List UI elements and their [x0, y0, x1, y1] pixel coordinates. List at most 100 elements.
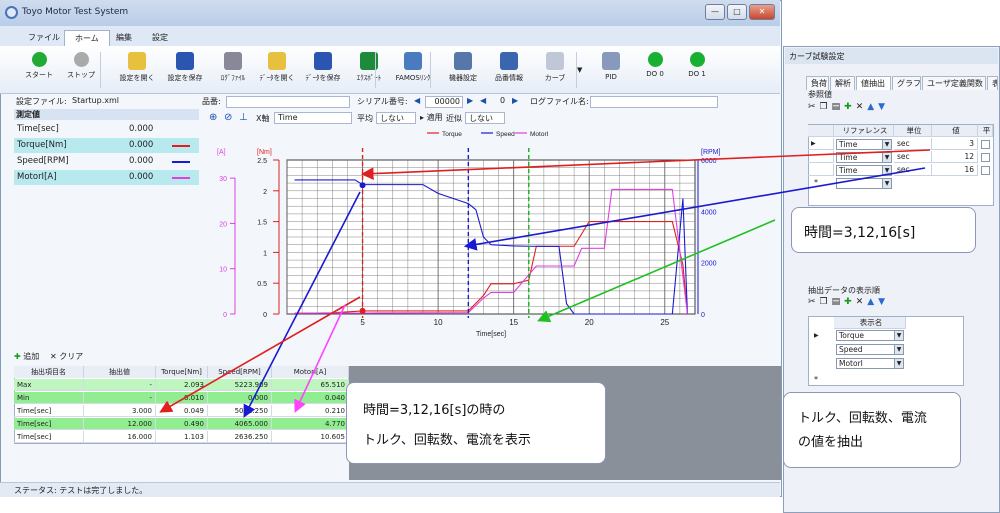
extract-clear-button[interactable]: ✕ クリア [50, 351, 83, 362]
side-tab[interactable]: グラフ [892, 76, 921, 90]
serial-down-icon[interactable]: ◀ [480, 96, 486, 109]
add-icon[interactable]: ✚ [844, 297, 856, 307]
ribbon-button-label: スタート [25, 71, 53, 79]
table-header: Speed[RPM] [208, 366, 272, 378]
table-cell[interactable]: Time[sec] [14, 431, 84, 443]
measure-row[interactable]: Torque[Nm] 0.000 [14, 138, 199, 153]
ref-select[interactable]: Time ▼ [836, 165, 892, 176]
copy-icon[interactable]: ❐ [820, 102, 832, 112]
nm-tick-label: 1.5 [257, 220, 267, 227]
ref-checkbox[interactable] [981, 140, 990, 149]
table-cell[interactable]: Max [14, 379, 84, 391]
delete-icon[interactable]: ✕ [856, 297, 868, 307]
apply-button[interactable]: ▸ 適用 [420, 112, 443, 123]
ribbon-button-1[interactable]: ストップ [56, 50, 106, 90]
logfile-input[interactable] [590, 96, 718, 108]
zoom-in-icon[interactable]: ⊕ [209, 112, 217, 123]
clear-icon: ✕ [50, 352, 57, 361]
ref-value[interactable]: 12 [932, 151, 978, 163]
side-tab[interactable]: 表 [987, 76, 998, 90]
side-tab[interactable]: 解析 [830, 76, 855, 90]
measure-row[interactable]: Speed[RPM] 0.000 [14, 154, 199, 169]
cut-icon[interactable]: ✂ [808, 297, 820, 307]
measure-value: 0.000 [129, 140, 154, 150]
x-tick-label: 25 [660, 318, 669, 327]
ref-checkbox[interactable] [981, 153, 990, 162]
cut-icon[interactable]: ✂ [808, 102, 820, 112]
new-row-icon: * [814, 375, 818, 384]
serial-input[interactable]: 00000 [425, 96, 463, 108]
tab-file[interactable]: ファイル [18, 30, 70, 46]
measure-name: Time[sec] [17, 124, 59, 134]
table-cell[interactable]: Time[sec] [14, 418, 84, 430]
order-select[interactable]: Torque ▼ [836, 330, 904, 341]
ribbon-button-12[interactable]: PID [586, 50, 636, 90]
ribbon-button-11[interactable]: カーブ [530, 50, 580, 90]
approx-select[interactable]: しない [465, 112, 505, 124]
part-no-label: 品番: [202, 97, 221, 106]
table-header: MotorI[A] [272, 366, 349, 378]
serial-next-icon[interactable]: ▶ [467, 96, 473, 109]
table-cell[interactable]: Time[sec] [14, 405, 84, 417]
x-tick-label: 5 [360, 318, 365, 327]
window-title: Toyo Motor Test System [22, 7, 129, 17]
open-data-icon [268, 52, 286, 70]
measure-row[interactable]: Time[sec] 0.000 [14, 122, 199, 137]
close-button[interactable]: ✕ [749, 4, 775, 20]
axis-icon[interactable]: ⊥ [239, 112, 248, 123]
axis-unit-rpm: [RPM] [701, 149, 721, 156]
ribbon-button-5[interactable]: ﾃﾞｰﾀを開く [252, 50, 302, 90]
ref-select[interactable]: Time ▼ [836, 139, 892, 150]
tab-edit[interactable]: 編集 [106, 30, 142, 46]
order-select[interactable]: Speed ▼ [836, 344, 904, 355]
add-icon[interactable]: ✚ [844, 102, 856, 112]
paste-icon[interactable]: ▤ [832, 297, 845, 307]
down-icon[interactable]: ▼ [878, 297, 889, 307]
serial-up-icon[interactable]: ▶ [512, 96, 518, 109]
ribbon-button-6[interactable]: ﾃﾞｰﾀを保存 [298, 50, 348, 90]
up-icon[interactable]: ▲ [867, 297, 878, 307]
zoom-out-icon[interactable]: ⊘ [224, 112, 232, 123]
play-icon [31, 52, 47, 67]
tab-home[interactable]: ホーム [64, 30, 110, 46]
delete-icon[interactable]: ✕ [856, 102, 868, 112]
curve-dropdown-icon[interactable]: ▼ [577, 66, 582, 74]
ref-select-new[interactable]: ▼ [836, 178, 892, 189]
ref-select[interactable]: Time ▼ [836, 152, 892, 163]
measure-header: 測定値 [14, 109, 199, 120]
ribbon-button-10[interactable]: 品番情報 [484, 50, 534, 90]
down-icon[interactable]: ▼ [878, 102, 889, 112]
xaxis-label: X軸 [256, 114, 270, 123]
up-icon[interactable]: ▲ [867, 102, 878, 112]
xaxis-select[interactable]: Time [274, 112, 352, 124]
side-tab[interactable]: 値抽出 [856, 76, 891, 90]
ribbon-button-2[interactable]: 設定を開く [112, 50, 162, 90]
measure-row[interactable]: MotorI[A] 0.000 [14, 170, 199, 185]
table-cell: 0.049 [156, 405, 208, 417]
extract-add-button[interactable]: ✚ 追加 [14, 351, 39, 362]
ref-checkbox[interactable] [981, 166, 990, 175]
serial-page: 0 [500, 96, 506, 105]
table-cell[interactable]: Min [14, 392, 84, 404]
maximize-button[interactable]: □ [727, 4, 747, 20]
side-tab[interactable]: 負荷 [806, 76, 829, 90]
serial-prev-icon[interactable]: ◀ [414, 96, 420, 109]
ribbon-button-9[interactable]: 機器設定 [438, 50, 488, 90]
table-cell: 4065.000 [208, 418, 272, 430]
tab-settings[interactable]: 設定 [142, 30, 178, 46]
ribbon-button-14[interactable]: DO 1 [672, 50, 722, 90]
minimize-button[interactable]: — [705, 4, 725, 20]
ribbon-button-4[interactable]: ﾛｸﾞﾌｧｲﾙ [208, 50, 258, 90]
paste-icon[interactable]: ▤ [832, 102, 845, 112]
ref-value[interactable]: 3 [932, 138, 978, 150]
callout-main: 時間=3,12,16[s]の時の トルク、回転数、電流を表示 [346, 382, 606, 464]
ribbon-button-7[interactable]: ｴｸｽﾎﾟｰﾄ [344, 50, 394, 90]
row-pointer: ▶ [808, 138, 834, 150]
copy-icon[interactable]: ❐ [820, 297, 832, 307]
ribbon-button-3[interactable]: 設定を保存 [160, 50, 210, 90]
avg-select[interactable]: しない [376, 112, 416, 124]
side-tab[interactable]: ユーザ定義関数 [922, 76, 986, 90]
order-select[interactable]: MotorI ▼ [836, 358, 904, 369]
part-no-input[interactable] [226, 96, 350, 108]
ref-value[interactable]: 16 [932, 164, 978, 176]
